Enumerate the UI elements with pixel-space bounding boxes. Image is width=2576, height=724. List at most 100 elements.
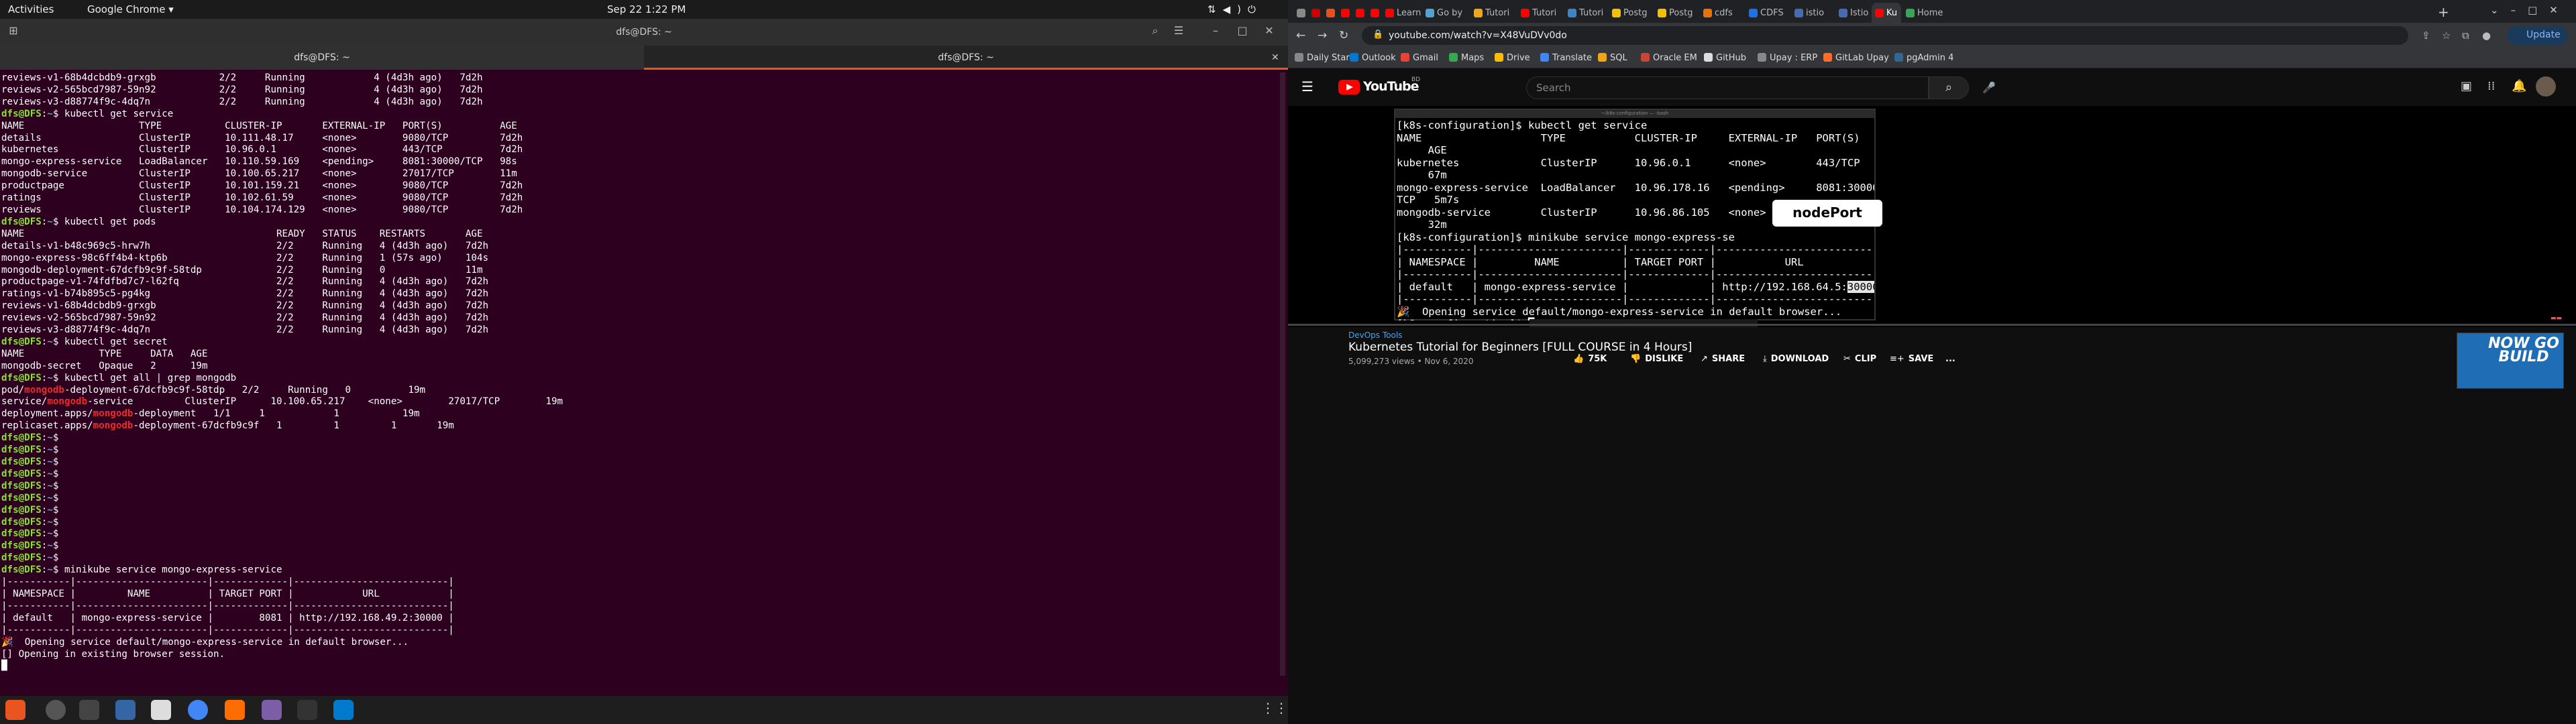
menu-icon[interactable]: ☰ — [1171, 24, 1187, 40]
app-menu[interactable]: Google Chrome ▾ — [87, 3, 174, 15]
bookmark-item[interactable]: GitLab Upay — [1823, 53, 1889, 63]
search-button[interactable]: ⌕ — [1929, 76, 1969, 99]
browser-tab[interactable]: cdfs — [1700, 3, 1744, 23]
prompt-user: dfs@DFS — [1, 528, 42, 540]
browser-tab[interactable] — [1338, 3, 1352, 23]
extensions-icon[interactable]: ⧉ — [2462, 29, 2469, 42]
tab-label: cdfs — [1715, 8, 1733, 18]
create-icon[interactable]: ▣ — [2461, 79, 2472, 93]
video-progress-bar[interactable] — [1288, 324, 2576, 326]
system-tray[interactable]: ⇅◀)⏻ — [1208, 3, 1263, 15]
dislike-button[interactable]: 👎 DISLIKE — [1630, 354, 1683, 364]
bookmark-item[interactable]: Upay : ERP — [1758, 53, 1817, 63]
channel-name[interactable]: DevOps Tools — [1348, 330, 1402, 340]
chrome-icon[interactable] — [188, 700, 208, 720]
bookmark-item[interactable]: Maps — [1449, 53, 1484, 63]
terminal-line: mongodb-deployment-67dcfb9c9f-58tdp 2/2 … — [1, 264, 483, 276]
notifications-icon[interactable]: 🔔 — [2512, 79, 2526, 93]
share-page-icon[interactable]: ⇪ — [2422, 29, 2430, 42]
files-icon[interactable] — [79, 700, 99, 720]
terminal-scrollbar[interactable] — [1280, 72, 1285, 676]
prompt-path: ~ — [47, 444, 53, 456]
screenshot-icon[interactable] — [262, 700, 282, 720]
postman-icon[interactable] — [225, 700, 245, 720]
avatar[interactable] — [2536, 76, 2556, 97]
share-button[interactable]: ↗ SHARE — [1701, 354, 1745, 364]
search-icon[interactable]: ⌕ — [1147, 24, 1163, 40]
youtube-logo-text[interactable]: YouTube — [1363, 79, 1419, 94]
active-browser-tab[interactable]: Ku — [1872, 3, 1901, 23]
browser-tab[interactable]: Learn — [1382, 3, 1421, 23]
terminal-output[interactable]: reviews-v1-68b4dcbdb9-grxgb 2/2 Running … — [1, 72, 1276, 696]
microphone-icon[interactable]: 🎤 — [1979, 78, 1999, 98]
app-grid-icon[interactable]: ⋮⋮⋮ — [1261, 700, 1301, 720]
bookmark-item[interactable]: Outlook — [1350, 53, 1396, 63]
video-player[interactable]: ~/k8s-configuration — -bash [k8s-configu… — [1288, 106, 2576, 327]
clock[interactable]: Sep 22 1:22 PM — [607, 3, 686, 15]
tab-favicon-icon — [1297, 9, 1305, 17]
browser-tab[interactable] — [1367, 3, 1382, 23]
browser-tab[interactable]: Tutori — [1517, 3, 1563, 23]
close-tab-icon[interactable]: ✕ — [1271, 52, 1279, 63]
bookmark-item[interactable]: SQL — [1598, 53, 1627, 63]
browser-tab[interactable]: istio — [1791, 3, 1834, 23]
bookmark-star-icon[interactable]: ☆ — [2442, 29, 2451, 42]
minimize-icon[interactable]: – — [1208, 24, 1224, 40]
bookmark-item[interactable]: GitHub — [1704, 53, 1746, 63]
update-button[interactable]: Update — [2508, 26, 2568, 45]
bookmark-item[interactable]: Daily Star — [1295, 53, 1350, 63]
window-controls[interactable]: ⌄–□✕ — [2490, 4, 2570, 16]
new-tab-icon[interactable]: ⊞ — [5, 24, 21, 40]
vscode-icon[interactable] — [333, 700, 354, 720]
new-tab-button[interactable]: + — [2438, 4, 2449, 20]
terminal-tab-1[interactable]: dfs@DFS: ~ — [0, 46, 644, 70]
browser-tab[interactable] — [1308, 3, 1323, 23]
bookmark-item[interactable]: Translate — [1540, 53, 1592, 63]
bookmark-item[interactable]: Drive — [1495, 53, 1530, 63]
browser-tab[interactable] — [1323, 3, 1338, 23]
settings-icon[interactable] — [46, 700, 66, 720]
folder-icon[interactable] — [151, 700, 171, 720]
terminal-icon[interactable] — [297, 700, 317, 720]
like-button[interactable]: 👍 75K — [1573, 354, 1607, 364]
search-input[interactable]: Search — [1526, 76, 1929, 99]
download-button[interactable]: ⤓ DOWNLOAD — [1763, 354, 1829, 364]
ubuntu-icon[interactable] — [5, 700, 25, 720]
address-bar[interactable]: 🔒 youtube.com/watch?v=X48VuDVv0do — [1362, 26, 2408, 45]
youtube-logo-icon[interactable] — [1338, 80, 1360, 95]
back-icon[interactable]: ← — [1296, 29, 1305, 42]
browser-tab[interactable]: Go by — [1422, 3, 1469, 23]
terminal-line: █ — [1, 660, 7, 672]
browser-tab[interactable]: Postg — [1654, 3, 1699, 23]
more-actions-button[interactable]: ... — [1945, 354, 1955, 364]
browser-tab[interactable] — [1293, 3, 1308, 23]
profile-icon[interactable]: ● — [2482, 29, 2491, 42]
terminal-tab-2[interactable]: dfs@DFS: ~ — [644, 46, 1288, 70]
bookmark-favicon-icon — [1540, 53, 1549, 62]
maximize-icon[interactable]: □ — [1234, 24, 1250, 40]
save-button[interactable]: ≡+ SAVE — [1890, 354, 1933, 364]
clip-button[interactable]: ✂ CLIP — [1843, 354, 1876, 364]
apps-icon[interactable]: ⁞⁞ — [2487, 79, 2495, 93]
document-icon[interactable] — [115, 700, 136, 720]
forward-icon[interactable]: → — [1318, 29, 1327, 42]
browser-tab[interactable]: Tutori — [1564, 3, 1607, 23]
bookmark-favicon-icon — [1704, 53, 1713, 62]
video-terminal-line: |-----------|-----------------------|---… — [1397, 293, 1874, 305]
browser-tab[interactable]: Postg — [1609, 3, 1653, 23]
ad-banner[interactable]: NOW GO BUILD — [2457, 333, 2564, 389]
close-icon[interactable]: ✕ — [1261, 24, 1277, 40]
bookmark-item[interactable]: Gmail — [1401, 53, 1438, 63]
browser-tab[interactable]: Istio — [1835, 3, 1870, 23]
bookmark-item[interactable]: pgAdmin 4 — [1894, 53, 1953, 63]
browser-tab[interactable]: Tutori — [1470, 3, 1516, 23]
bookmark-item[interactable]: Oracle EM — [1641, 53, 1697, 63]
browser-tab[interactable] — [1352, 3, 1367, 23]
activities-button[interactable]: Activities — [8, 3, 54, 15]
browser-tab[interactable]: CDFS — [1746, 3, 1790, 23]
video-info: DevOps Tools Kubernetes Tutorial for Beg… — [1288, 327, 2576, 724]
menu-icon[interactable]: ☰ — [1301, 78, 1313, 95]
browser-tab[interactable]: Home — [1902, 3, 1947, 23]
tab-label: Postg — [1623, 8, 1648, 18]
reload-icon[interactable]: ↻ — [1339, 29, 1348, 42]
